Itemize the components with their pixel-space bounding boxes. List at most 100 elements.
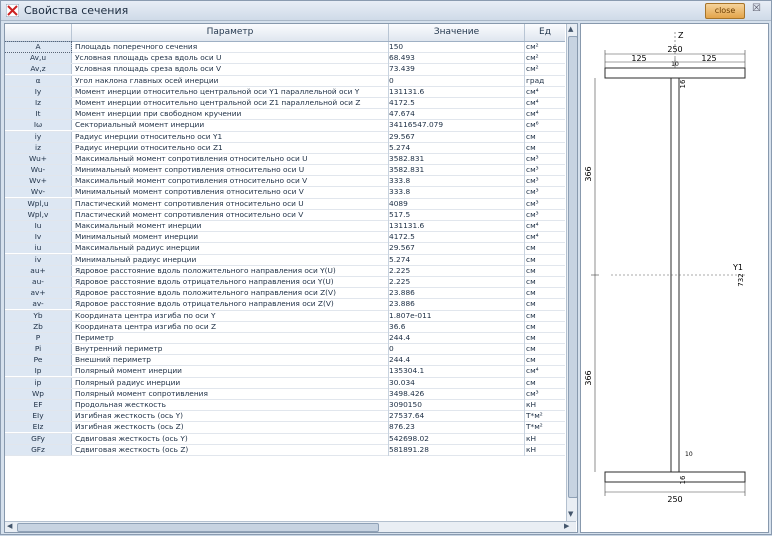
table-row[interactable]: It Момент инерции при свободном кручении 4… (5, 109, 565, 121)
scroll-up-icon[interactable]: ▲ (568, 25, 573, 33)
table-row[interactable]: iv Минимальный радиус инерции 5.274 см (5, 254, 565, 266)
row-value[interactable]: 4172.5 (389, 98, 521, 108)
scroll-left-icon[interactable]: ◀ (7, 522, 12, 530)
vertical-scroll-thumb[interactable] (568, 36, 577, 498)
table-row[interactable]: GFz Сдвиговая жесткость (ось Z) 581891.28 к… (5, 444, 565, 456)
table-row[interactable]: Wpl,v Пластический момент сопротивления о… (5, 209, 565, 221)
row-value[interactable]: 27537.64 (389, 411, 521, 421)
row-value[interactable]: 131131.6 (389, 221, 521, 231)
row-value[interactable]: 3582.831 (389, 165, 521, 175)
table-row[interactable]: Iv Минимальный момент инерции 4172.5 см⁴ (5, 232, 565, 244)
row-value[interactable]: 34116547.079 (389, 120, 521, 130)
table-row[interactable]: Av,z Условная площадь среза вдоль оси V 73… (5, 64, 565, 76)
row-parameter: Изгибная жесткость (ось Z) (75, 422, 184, 432)
table-row[interactable]: EIz Изгибная жесткость (ось Z) 876.23 Т*м² (5, 422, 565, 434)
row-value[interactable]: 30.034 (389, 378, 521, 388)
table-row[interactable]: Iy Момент инерции относительно центрально… (5, 86, 565, 98)
window-x-icon[interactable]: ☒ (752, 3, 761, 14)
row-unit: см² (526, 64, 539, 74)
table-row[interactable]: A Площадь поперечного сечения 150 см² (5, 41, 565, 54)
header-unit[interactable]: Ед (525, 24, 565, 41)
close-button[interactable]: close (705, 3, 745, 19)
row-symbol: ip (5, 377, 72, 388)
row-value[interactable]: 135304.1 (389, 366, 521, 376)
row-unit: см³ (526, 165, 539, 175)
table-row[interactable]: Av,u Условная площадь среза вдоль оси U 68… (5, 53, 565, 65)
row-symbol: Wp (5, 388, 72, 399)
table-row[interactable]: Wp Полярный момент сопротивления 3498.426 с… (5, 388, 565, 400)
row-value[interactable]: 47.674 (389, 109, 521, 119)
table-row[interactable]: Iz Момент инерции относительно центрально… (5, 97, 565, 110)
table-row[interactable]: Ip Полярный момент инерции 135304.1 см⁴ (5, 366, 565, 378)
table-row[interactable]: Zb Координата центра изгиба по оси Z 36.6 с… (5, 321, 565, 333)
row-value[interactable]: 3498.426 (389, 389, 521, 399)
row-value[interactable]: 23.886 (389, 288, 521, 298)
row-value[interactable]: 3090150 (389, 400, 521, 410)
row-value[interactable]: 131131.6 (389, 87, 521, 97)
table-row[interactable]: au+ Ядровое расстояние вдоль положительно… (5, 265, 565, 277)
table-row[interactable]: GFy Сдвиговая жесткость (ось Y) 542698.02 к… (5, 433, 565, 445)
row-value[interactable]: 23.886 (389, 299, 521, 309)
table-row[interactable]: Iu Максимальный момент инерции 131131.6 см⁴ (5, 221, 565, 233)
table-row[interactable]: EF Продольная жесткость 3090150 кН (5, 400, 565, 412)
row-value[interactable]: 333.8 (389, 187, 521, 197)
row-value[interactable]: 73.439 (389, 64, 521, 74)
row-value[interactable]: 29.567 (389, 132, 521, 142)
table-row[interactable]: ip Полярный радиус инерции 30.034 см (5, 377, 565, 389)
table-row[interactable]: Wv- Минимальный момент сопротивления отно… (5, 187, 565, 199)
row-value[interactable]: 517.5 (389, 210, 521, 220)
row-value[interactable]: 542698.02 (389, 434, 521, 444)
row-value[interactable]: 0 (389, 76, 521, 86)
vertical-scrollbar[interactable]: ▲ ▼ (566, 24, 577, 521)
properties-grid[interactable]: Параметр Значение Ед A Площадь поперечног… (4, 23, 578, 533)
row-symbol: Iz (5, 97, 72, 108)
scroll-right-icon[interactable]: ▶ (564, 522, 569, 530)
row-unit: см³ (526, 176, 539, 186)
row-value[interactable]: 244.4 (389, 333, 521, 343)
row-value[interactable]: 0 (389, 344, 521, 354)
horizontal-scrollbar[interactable]: ◀ ▶ (5, 521, 576, 532)
table-row[interactable]: Pe Внешний периметр 244.4 см (5, 355, 565, 367)
row-value[interactable]: 876.23 (389, 422, 521, 432)
table-row[interactable]: av+ Ядровое расстояние вдоль положительно… (5, 288, 565, 300)
header-parameter[interactable]: Параметр (72, 24, 389, 41)
row-value[interactable]: 29.567 (389, 243, 521, 253)
table-row[interactable]: Iω Секториальный момент инерции 34116547.0… (5, 120, 565, 132)
row-value[interactable]: 4089 (389, 199, 521, 209)
table-row[interactable]: iz Радиус инерции относительно оси Z1 5.27… (5, 142, 565, 154)
row-value[interactable]: 3582.831 (389, 154, 521, 164)
dim-flange-top: 16 (679, 79, 687, 88)
table-row[interactable]: EIy Изгибная жесткость (ось Y) 27537.64 Т*м… (5, 411, 565, 423)
table-row[interactable]: av- Ядровое расстояние вдоль отрицательно… (5, 299, 565, 311)
scroll-down-icon[interactable]: ▼ (568, 510, 573, 518)
row-value[interactable]: 581891.28 (389, 445, 521, 455)
row-value[interactable]: 2.225 (389, 266, 521, 276)
table-row[interactable]: Wu- Минимальный момент сопротивления отно… (5, 165, 565, 177)
table-row[interactable]: Yb Координата центра изгиба по оси Y 1.807… (5, 310, 565, 322)
table-row[interactable]: au- Ядровое расстояние вдоль отрицательно… (5, 276, 565, 289)
row-value[interactable]: 68.493 (389, 53, 521, 63)
row-value[interactable]: 244.4 (389, 355, 521, 365)
row-value[interactable]: 150 (389, 42, 521, 52)
table-row[interactable]: Wv+ Максимальный момент сопротивления отн… (5, 176, 565, 188)
row-unit: см (526, 332, 536, 342)
table-row[interactable]: α Угол наклона главных осей инерции 0 град (5, 75, 565, 87)
horizontal-scroll-thumb[interactable] (17, 523, 379, 532)
row-value[interactable]: 4172.5 (389, 232, 521, 242)
table-row[interactable]: Wu+ Максимальный момент сопротивления отн… (5, 153, 565, 166)
row-value[interactable]: 1.807e-011 (389, 311, 521, 321)
row-symbol: av+ (5, 288, 72, 299)
table-row[interactable]: iu Максимальный радиус инерции 29.567 см (5, 243, 565, 255)
row-value[interactable]: 333.8 (389, 176, 521, 186)
row-parameter: Момент инерции при свободном кручении (75, 109, 242, 119)
header-value[interactable]: Значение (389, 24, 525, 41)
table-row[interactable]: Pi Внутренний периметр 0 см (5, 344, 565, 356)
table-row[interactable]: Wpl,u Пластический момент сопротивления о… (5, 198, 565, 210)
row-value[interactable]: 5.274 (389, 143, 521, 153)
table-row[interactable]: P Периметр 244.4 см (5, 332, 565, 345)
row-value[interactable]: 5.274 (389, 255, 521, 265)
table-row[interactable]: iy Радиус инерции относительно оси Y1 29.5… (5, 131, 565, 143)
row-value[interactable]: 2.225 (389, 277, 521, 287)
row-parameter: Пластический момент сопротивления относи… (75, 209, 304, 219)
row-value[interactable]: 36.6 (389, 322, 521, 332)
